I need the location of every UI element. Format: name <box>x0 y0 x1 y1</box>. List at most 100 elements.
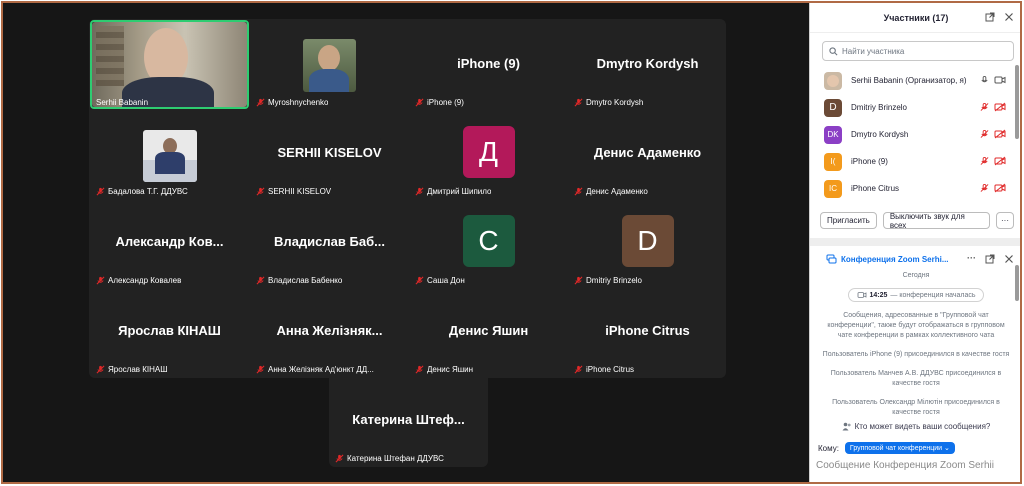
mic-muted-icon <box>415 98 424 107</box>
video-tile-anna-zhelizniak[interactable]: Анна Желізняк... Анна Желізняк Ад'юнкт Д… <box>250 287 409 376</box>
mic-muted-icon <box>256 98 265 107</box>
tile-name-label: Бадалова Т.Г. ДДУВС <box>96 187 188 196</box>
video-icon[interactable] <box>994 75 1006 85</box>
people-icon <box>842 422 851 431</box>
panel-divider <box>810 238 1020 246</box>
video-gallery: Serhii Babanin Myroshnychenko iPhone (9)… <box>3 3 808 482</box>
video-off-icon[interactable] <box>994 156 1006 166</box>
mic-muted-icon <box>256 365 265 374</box>
close-icon[interactable] <box>1004 12 1014 22</box>
system-message: Пользователь Манчев А.В. ДДУВС присоедин… <box>830 370 1002 387</box>
participant-item[interactable]: IC iPhone Citrus <box>810 175 1020 202</box>
start-time: 14:25 <box>869 291 888 299</box>
video-feed <box>303 39 356 92</box>
popout-icon[interactable] <box>985 12 995 22</box>
participants-title: Участники (17) <box>883 12 949 23</box>
participant-item[interactable]: Serhii Babanin (Организатор, я) <box>810 67 1020 94</box>
avatar: DK <box>824 125 842 144</box>
tile-name-label: Дмитрий Шипило <box>415 187 491 196</box>
participant-name: Александр Ков... <box>115 234 224 249</box>
avatar: C <box>462 215 515 267</box>
invite-button[interactable]: Пригласить <box>820 212 877 229</box>
video-tile-aleksandr-kovalev[interactable]: Александр Ков... Александр Ковалев <box>90 198 249 287</box>
video-tile-dmitriy-brinzelo[interactable]: D Dmitriy Brinzelo <box>568 198 727 287</box>
participant-name: Dmytro Kordysh <box>596 56 699 71</box>
video-off-icon[interactable] <box>994 102 1006 112</box>
video-tile-myroshnychenko[interactable]: Myroshnychenko <box>250 20 409 109</box>
chat-scrollbar[interactable] <box>1015 265 1019 301</box>
side-panel: Участники (17) Найти участника Serhii Ba… <box>809 3 1020 482</box>
participant-name: Катерина Штеф... <box>352 412 465 427</box>
mic-muted-icon <box>574 187 583 196</box>
video-tile-dmytro-kordysh[interactable]: Dmytro Kordysh Dmytro Kordysh <box>568 20 727 109</box>
participant-search-input[interactable]: Найти участника <box>822 41 1014 61</box>
mic-muted-icon[interactable] <box>980 183 989 193</box>
video-icon <box>857 292 866 298</box>
participant-name: iPhone Citrus <box>605 323 690 338</box>
to-label: Кому: <box>818 443 839 453</box>
video-tile-serhii-kiselov[interactable]: SERHII KISELOV SERHII KISELOV <box>250 109 409 198</box>
mic-muted-icon[interactable] <box>980 129 989 139</box>
participant-name: Serhii Babanin (Организатор, я) <box>851 76 967 85</box>
who-can-see-link[interactable]: Кто может видеть ваши сообщения? <box>822 422 1010 431</box>
participant-list: Serhii Babanin (Организатор, я) D Dmitri… <box>810 67 1020 202</box>
tile-name-label: iPhone (9) <box>415 98 464 107</box>
video-tile-denis-adamenko[interactable]: Денис Адаменко Денис Адаменко <box>568 109 727 198</box>
participant-name: Ярослав КІНАШ <box>118 323 221 338</box>
close-icon[interactable] <box>1004 254 1014 264</box>
tile-name-label: iPhone Citrus <box>574 365 634 374</box>
mic-icon[interactable] <box>980 75 989 85</box>
participant-name: iPhone Citrus <box>851 184 900 193</box>
recipient-dropdown[interactable]: Групповой чат конференции ⌄ <box>844 442 955 454</box>
more-icon[interactable]: ··· <box>967 254 976 264</box>
avatar: I( <box>824 152 842 171</box>
mic-muted-icon <box>415 276 424 285</box>
chat-input[interactable]: Сообщение Конференция Zoom Serhii <box>810 460 1020 471</box>
video-tile-dmitriy-shipilo[interactable]: Д Дмитрий Шипило <box>409 109 568 198</box>
tile-name-label: Dmitriy Brinzelo <box>574 276 642 285</box>
mic-muted-icon[interactable] <box>980 156 989 166</box>
video-tile-yaroslav-kinash[interactable]: Ярослав КІНАШ Ярослав КІНАШ <box>90 287 249 376</box>
participant-item[interactable]: I( iPhone (9) <box>810 148 1020 175</box>
tile-name-label: SERHII KISELOV <box>256 187 331 196</box>
video-tile-serhii-babanin[interactable]: Serhii Babanin <box>90 20 249 109</box>
popout-icon[interactable] <box>985 254 995 264</box>
chat-title: Конференция Zoom Serhi... <box>841 254 949 264</box>
search-placeholder: Найти участника <box>842 46 905 56</box>
mic-muted-icon <box>335 454 344 463</box>
tile-name-label: Катерина Штефан ДДУВС <box>335 454 444 463</box>
mic-muted-icon[interactable] <box>980 102 989 112</box>
video-tile-sasha-don[interactable]: C Саша Дон <box>409 198 568 287</box>
participant-item[interactable]: D Dmitriy Brinzelo <box>810 94 1020 121</box>
avatar: Д <box>462 126 515 178</box>
tile-name-label: Myroshnychenko <box>256 98 328 107</box>
video-tile-iphone-9[interactable]: iPhone (9) iPhone (9) <box>409 20 568 109</box>
participants-scrollbar[interactable] <box>1015 65 1019 139</box>
video-off-icon[interactable] <box>994 129 1006 139</box>
mute-all-button[interactable]: Выключить звук для всех <box>882 212 990 230</box>
system-message: Сообщения, адресованные в "Групповой чат… <box>827 312 1005 339</box>
video-tile-kateryna-shtefan[interactable]: Катерина Штеф... Катерина Штефан ДДУВС <box>329 376 488 465</box>
chat-icon <box>826 254 837 264</box>
participant-item[interactable]: DK Dmytro Kordysh <box>810 121 1020 148</box>
meeting-started-notice: 14:25 — конференция началась <box>847 288 985 302</box>
participant-name: iPhone (9) <box>851 157 888 166</box>
tile-name-label: Serhii Babanin <box>96 98 149 107</box>
avatar <box>824 71 842 90</box>
recipient-row: Кому: Групповой чат конференции ⌄ <box>810 442 1020 454</box>
avatar: D <box>621 215 674 267</box>
participant-actions: Пригласить Выключить звук для всех ··· <box>810 212 1020 230</box>
tile-name-label: Ярослав КІНАШ <box>96 365 168 374</box>
mic-muted-icon <box>256 187 265 196</box>
video-tile-iphone-citrus[interactable]: iPhone Citrus iPhone Citrus <box>568 287 727 376</box>
video-tile-denis-yashin[interactable]: Денис Яшин Денис Яшин <box>409 287 568 376</box>
system-message: Пользователь Олександр Мілютін присоедин… <box>832 399 1000 416</box>
video-tile-badalova[interactable]: Бадалова Т.Г. ДДУВС <box>90 109 249 198</box>
video-tile-vladislav-babenko[interactable]: Владислав Баб... Владислав Бабенко <box>250 198 409 287</box>
mic-muted-icon <box>574 276 583 285</box>
video-off-icon[interactable] <box>994 183 1006 193</box>
participant-name: SERHII KISELOV <box>277 145 382 160</box>
more-button[interactable]: ··· <box>996 212 1014 229</box>
tile-name-label: Саша Дон <box>415 276 465 285</box>
mic-muted-icon <box>256 276 265 285</box>
